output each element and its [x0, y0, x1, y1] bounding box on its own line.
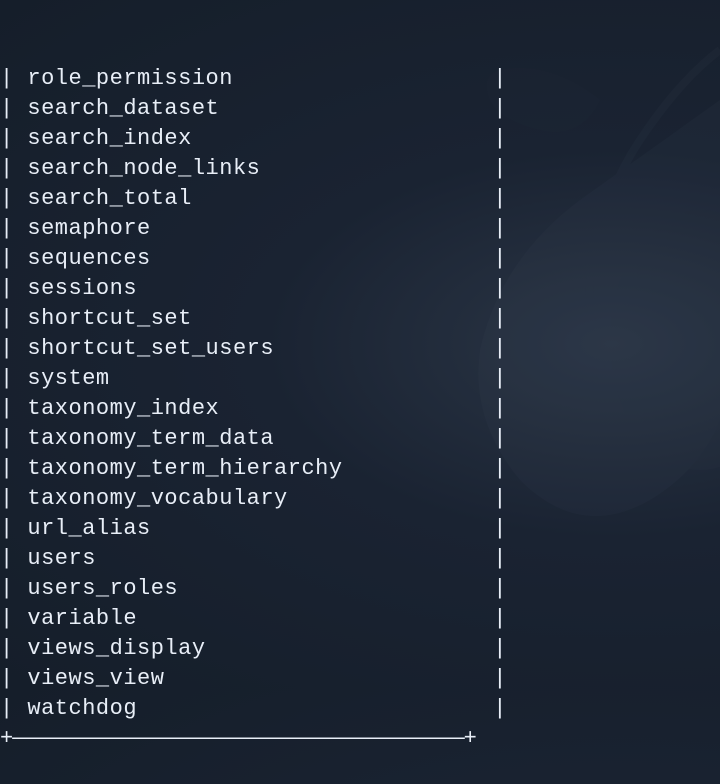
table-border-bottom: +—————————————————————————————————————+: [0, 724, 720, 754]
table-row: | shortcut_set |: [0, 304, 720, 334]
table-name: system: [27, 366, 493, 391]
table-row: | search_node_links |: [0, 154, 720, 184]
table-name: sessions: [27, 276, 493, 301]
table-name: users: [27, 546, 493, 571]
mysql-show-tables-output: | role_permission || search_dataset || s…: [0, 0, 720, 784]
table-row: | system |: [0, 364, 720, 394]
table-name: watchdog: [27, 696, 493, 721]
table-name: shortcut_set: [27, 306, 493, 331]
table-row: | watchdog |: [0, 694, 720, 724]
table-name: semaphore: [27, 216, 493, 241]
table-name: search_total: [27, 186, 493, 211]
table-name: views_view: [27, 666, 493, 691]
table-name: search_dataset: [27, 96, 493, 121]
table-row: | variable |: [0, 604, 720, 634]
table-name: taxonomy_index: [27, 396, 493, 421]
table-row: | search_total |: [0, 184, 720, 214]
table-row: | users |: [0, 544, 720, 574]
table-name: taxonomy_vocabulary: [27, 486, 493, 511]
table-row: | search_dataset |: [0, 94, 720, 124]
table-row: | taxonomy_term_data |: [0, 424, 720, 454]
table-name: role_permission: [27, 66, 493, 91]
table-row: | semaphore |: [0, 214, 720, 244]
table-row: | shortcut_set_users |: [0, 334, 720, 364]
table-name: taxonomy_term_data: [27, 426, 493, 451]
table-row: | search_index |: [0, 124, 720, 154]
table-row: | url_alias |: [0, 514, 720, 544]
table-name: variable: [27, 606, 493, 631]
table-row: | users_roles |: [0, 574, 720, 604]
table-row: | taxonomy_term_hierarchy |: [0, 454, 720, 484]
table-name: users_roles: [27, 576, 493, 601]
table-name: url_alias: [27, 516, 493, 541]
table-row: | sequences |: [0, 244, 720, 274]
table-name: sequences: [27, 246, 493, 271]
table-row: | taxonomy_vocabulary |: [0, 484, 720, 514]
table-row: | role_permission |: [0, 64, 720, 94]
table-row: | taxonomy_index |: [0, 394, 720, 424]
table-name: views_display: [27, 636, 493, 661]
table-name: taxonomy_term_hierarchy: [27, 456, 493, 481]
table-name: shortcut_set_users: [27, 336, 493, 361]
table-row: | views_display |: [0, 634, 720, 664]
table-name: search_index: [27, 126, 493, 151]
table-row: | sessions |: [0, 274, 720, 304]
table-row: | views_view |: [0, 664, 720, 694]
table-name: search_node_links: [27, 156, 493, 181]
